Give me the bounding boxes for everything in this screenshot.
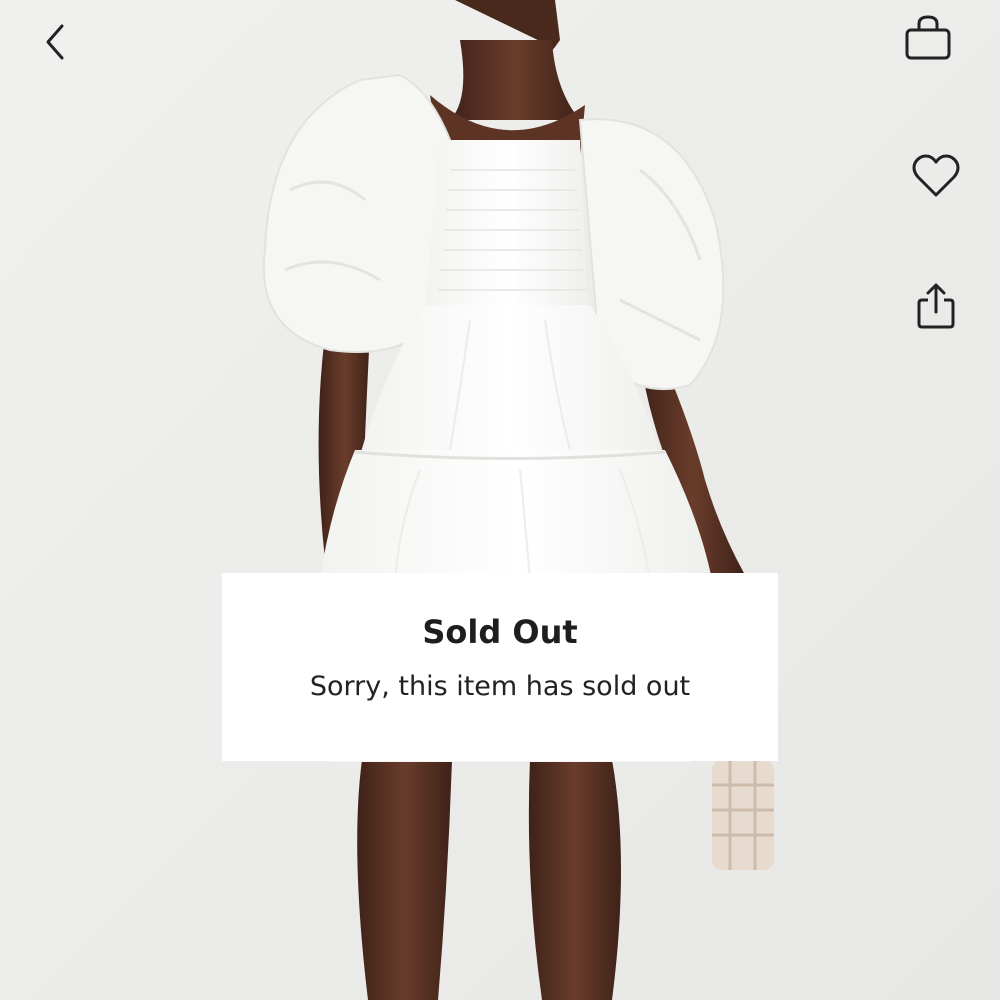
chevron-left-icon (46, 24, 64, 60)
sold-out-dialog: Sold Out Sorry, this item has sold out (222, 573, 778, 761)
dialog-message: Sorry, this item has sold out (309, 671, 691, 702)
product-image (0, 0, 1000, 1000)
share-button[interactable] (908, 278, 964, 334)
heart-icon (912, 154, 960, 197)
shopping-bag-icon (905, 15, 951, 60)
shopping-bag-button[interactable] (900, 10, 956, 66)
wishlist-button[interactable] (908, 148, 964, 204)
dialog-title: Sold Out (422, 613, 578, 651)
back-button[interactable] (28, 14, 84, 70)
share-icon (917, 283, 955, 329)
product-screen: Sold Out Sorry, this item has sold out (0, 0, 1000, 1000)
